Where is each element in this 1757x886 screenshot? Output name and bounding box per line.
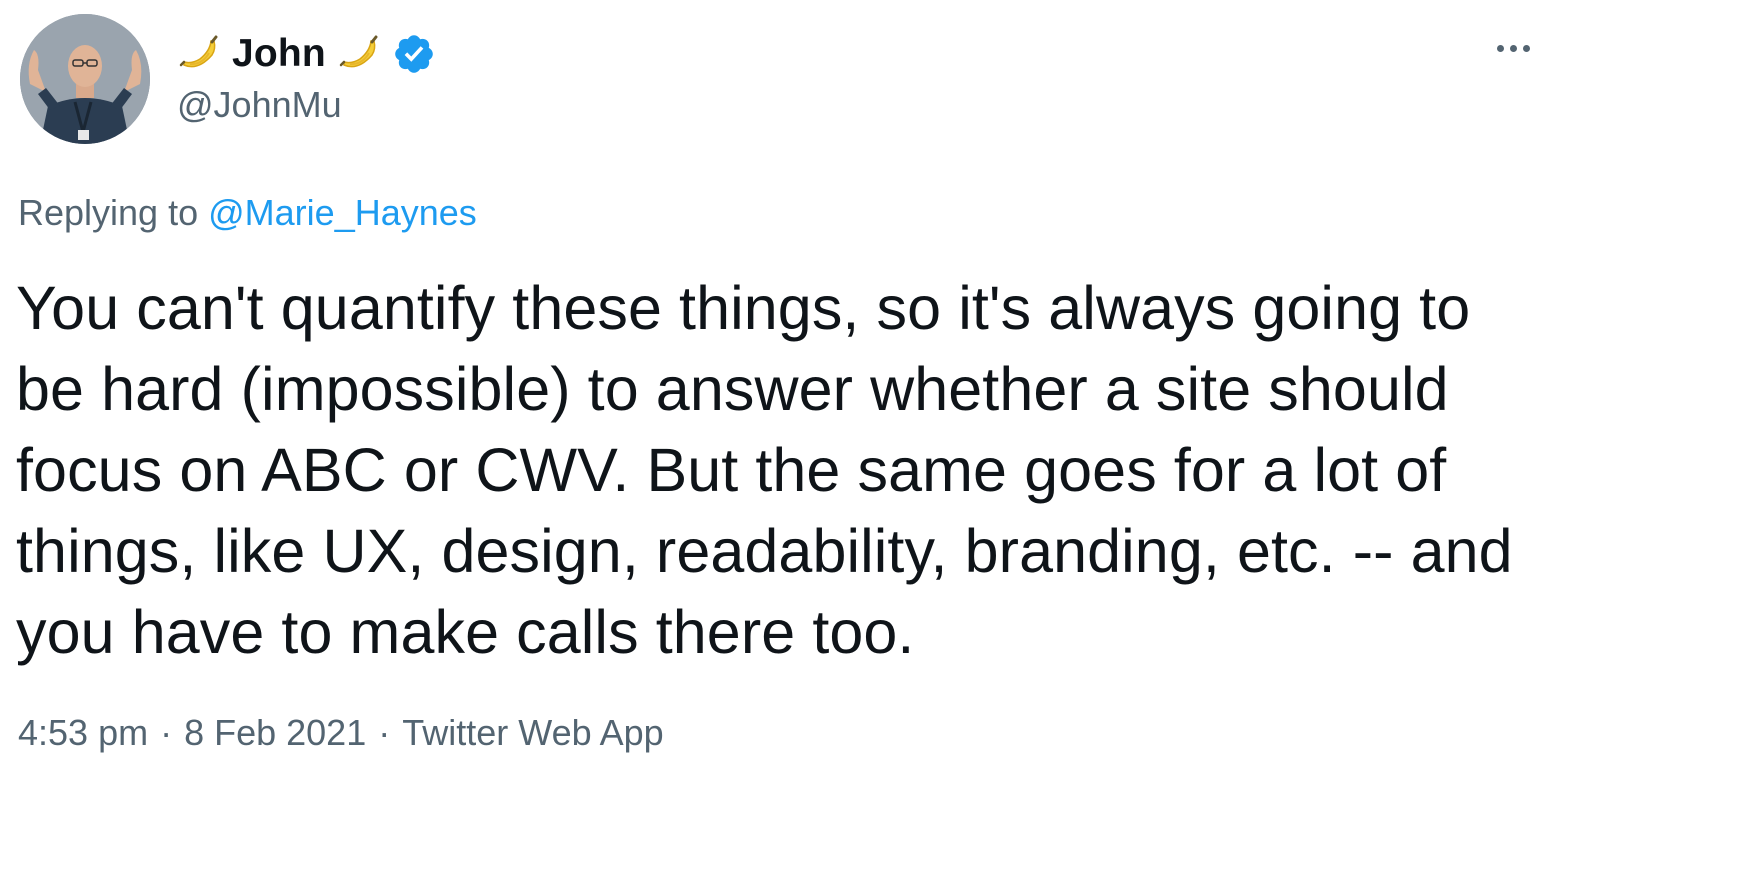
tweet-time[interactable]: 4:53 pm: [18, 712, 148, 754]
more-dot: [1496, 44, 1504, 52]
author-handle[interactable]: @JohnMu: [177, 84, 342, 126]
reply-mention-link[interactable]: @Marie_Haynes: [208, 192, 477, 233]
meta-separator: ·: [378, 712, 391, 753]
author-name-row[interactable]: John: [176, 26, 436, 82]
tweet-card: John @JohnMu Replying to @Marie_Haynes Y…: [0, 0, 1757, 886]
more-options-icon[interactable]: [1488, 28, 1538, 68]
tweet-text: You can't quantify these things, so it's…: [16, 274, 1513, 666]
avatar[interactable]: [20, 14, 150, 144]
replying-to-label: Replying to: [18, 192, 199, 233]
replying-to-line: Replying to @Marie_Haynes: [18, 192, 477, 234]
more-dot: [1509, 44, 1517, 52]
tweet-source[interactable]: Twitter Web App: [402, 712, 663, 754]
banana-emoji-icon: [336, 31, 382, 77]
meta-separator: ·: [160, 712, 173, 753]
display-name[interactable]: John: [232, 32, 326, 76]
avatar-photo: [20, 14, 150, 144]
verified-badge-icon: [392, 32, 436, 76]
more-dot: [1522, 44, 1530, 52]
tweet-date[interactable]: 8 Feb 2021: [184, 712, 366, 754]
banana-emoji-icon: [176, 31, 222, 77]
tweet-meta: 4:53 pm · 8 Feb 2021 · Twitter Web App: [18, 712, 664, 754]
